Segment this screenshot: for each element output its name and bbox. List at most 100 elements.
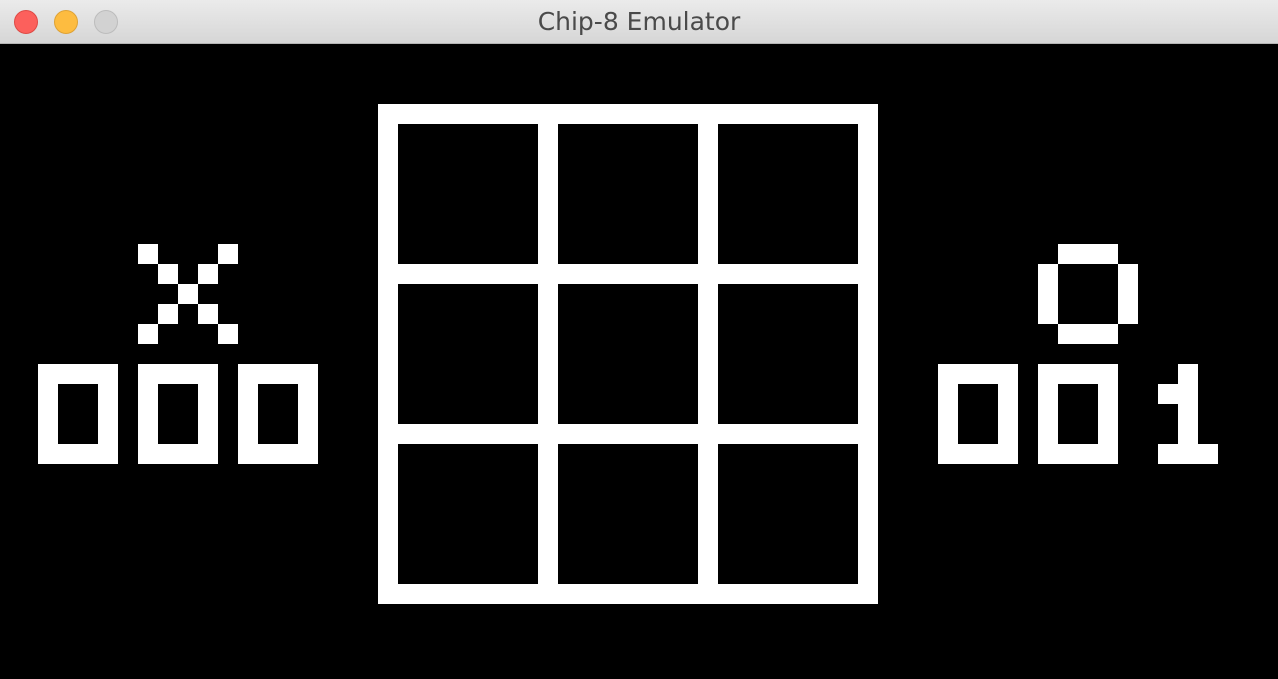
- score-digit-pixel: [138, 404, 158, 424]
- score-digit-pixel: [1178, 404, 1198, 424]
- score-digit-pixel: [238, 404, 258, 424]
- board-cell-0-0[interactable]: [398, 124, 538, 264]
- score-digit-pixel: [938, 444, 958, 464]
- x-symbol-pixel: [198, 304, 218, 324]
- board-line: [538, 104, 558, 604]
- score-digit-pixel: [158, 364, 178, 384]
- score-digit-pixel: [258, 364, 278, 384]
- score-digit-pixel: [958, 364, 978, 384]
- score-digit-pixel: [38, 404, 58, 424]
- score-digit-pixel: [938, 424, 958, 444]
- score-digit-pixel: [1178, 424, 1198, 444]
- score-digit-pixel: [298, 384, 318, 404]
- board-line: [378, 584, 878, 604]
- x-symbol-pixel: [198, 264, 218, 284]
- o-symbol-pixel: [1038, 264, 1058, 284]
- score-digit-pixel: [298, 424, 318, 444]
- x-symbol-pixel: [138, 324, 158, 344]
- score-digit-pixel: [38, 384, 58, 404]
- score-digit-pixel: [998, 404, 1018, 424]
- score-digit-pixel: [998, 364, 1018, 384]
- score-digit-pixel: [1158, 444, 1178, 464]
- score-digit-pixel: [158, 444, 178, 464]
- score-digit-pixel: [1178, 444, 1198, 464]
- score-digit-pixel: [978, 364, 998, 384]
- board-cell-1-0[interactable]: [398, 284, 538, 424]
- x-symbol-pixel: [218, 244, 238, 264]
- title-bar[interactable]: Chip-8 Emulator: [0, 0, 1278, 44]
- o-symbol-pixel: [1118, 264, 1138, 284]
- score-digit-pixel: [138, 444, 158, 464]
- board-cell-2-1[interactable]: [558, 444, 698, 584]
- score-digit-pixel: [238, 364, 258, 384]
- score-digit-pixel: [238, 444, 258, 464]
- score-digit-pixel: [298, 404, 318, 424]
- score-digit-pixel: [78, 444, 98, 464]
- score-digit-pixel: [1178, 364, 1198, 384]
- score-digit-pixel: [978, 444, 998, 464]
- score-digit-pixel: [1078, 364, 1098, 384]
- score-digit-pixel: [58, 444, 78, 464]
- x-symbol-pixel: [138, 244, 158, 264]
- score-digit-pixel: [1198, 444, 1218, 464]
- o-symbol-pixel: [1038, 284, 1058, 304]
- o-symbol-pixel: [1038, 304, 1058, 324]
- score-digit-pixel: [58, 364, 78, 384]
- score-digit-pixel: [1098, 404, 1118, 424]
- o-symbol-pixel: [1058, 324, 1078, 344]
- score-digit-pixel: [278, 364, 298, 384]
- score-digit-pixel: [1058, 444, 1078, 464]
- score-digit-pixel: [1178, 384, 1198, 404]
- board-line: [378, 104, 398, 604]
- score-digit-pixel: [198, 424, 218, 444]
- o-symbol-pixel: [1118, 304, 1138, 324]
- score-digit-pixel: [178, 444, 198, 464]
- score-digit-pixel: [138, 384, 158, 404]
- score-digit-pixel: [38, 364, 58, 384]
- score-digit-pixel: [98, 444, 118, 464]
- score-digit-pixel: [998, 384, 1018, 404]
- score-digit-pixel: [1078, 444, 1098, 464]
- score-digit-pixel: [258, 444, 278, 464]
- x-symbol-pixel: [158, 264, 178, 284]
- score-digit-pixel: [998, 444, 1018, 464]
- x-symbol-pixel: [218, 324, 238, 344]
- score-digit-pixel: [238, 384, 258, 404]
- board-line: [378, 424, 878, 444]
- score-digit-pixel: [938, 364, 958, 384]
- o-symbol-pixel: [1078, 244, 1098, 264]
- score-digit-pixel: [178, 364, 198, 384]
- score-digit-pixel: [1038, 384, 1058, 404]
- board-line: [698, 104, 718, 604]
- score-digit-pixel: [98, 424, 118, 444]
- o-symbol-pixel: [1098, 324, 1118, 344]
- score-digit-pixel: [198, 364, 218, 384]
- board-cell-1-1[interactable]: [558, 284, 698, 424]
- board-cell-2-0[interactable]: [398, 444, 538, 584]
- board-line: [378, 264, 878, 284]
- score-digit-pixel: [198, 384, 218, 404]
- board-cell-0-2[interactable]: [718, 124, 858, 264]
- board-cell-1-2[interactable]: [718, 284, 858, 424]
- emulator-display[interactable]: X 000 O 001: [0, 44, 1278, 679]
- board-cell-2-2[interactable]: [718, 444, 858, 584]
- board-line: [378, 104, 878, 124]
- score-digit-pixel: [278, 444, 298, 464]
- x-symbol-pixel: [158, 304, 178, 324]
- score-digit-pixel: [138, 424, 158, 444]
- score-digit-pixel: [298, 364, 318, 384]
- score-digit-pixel: [1098, 424, 1118, 444]
- score-digit-pixel: [998, 424, 1018, 444]
- score-digit-pixel: [298, 444, 318, 464]
- score-digit-pixel: [198, 404, 218, 424]
- score-digit-pixel: [98, 364, 118, 384]
- board-cell-0-1[interactable]: [558, 124, 698, 264]
- score-digit-pixel: [1038, 444, 1058, 464]
- score-digit-pixel: [238, 424, 258, 444]
- score-digit-pixel: [38, 444, 58, 464]
- score-digit-pixel: [1038, 364, 1058, 384]
- o-symbol-pixel: [1078, 324, 1098, 344]
- score-digit-pixel: [1098, 384, 1118, 404]
- score-digit-pixel: [78, 364, 98, 384]
- score-digit-pixel: [1158, 384, 1178, 404]
